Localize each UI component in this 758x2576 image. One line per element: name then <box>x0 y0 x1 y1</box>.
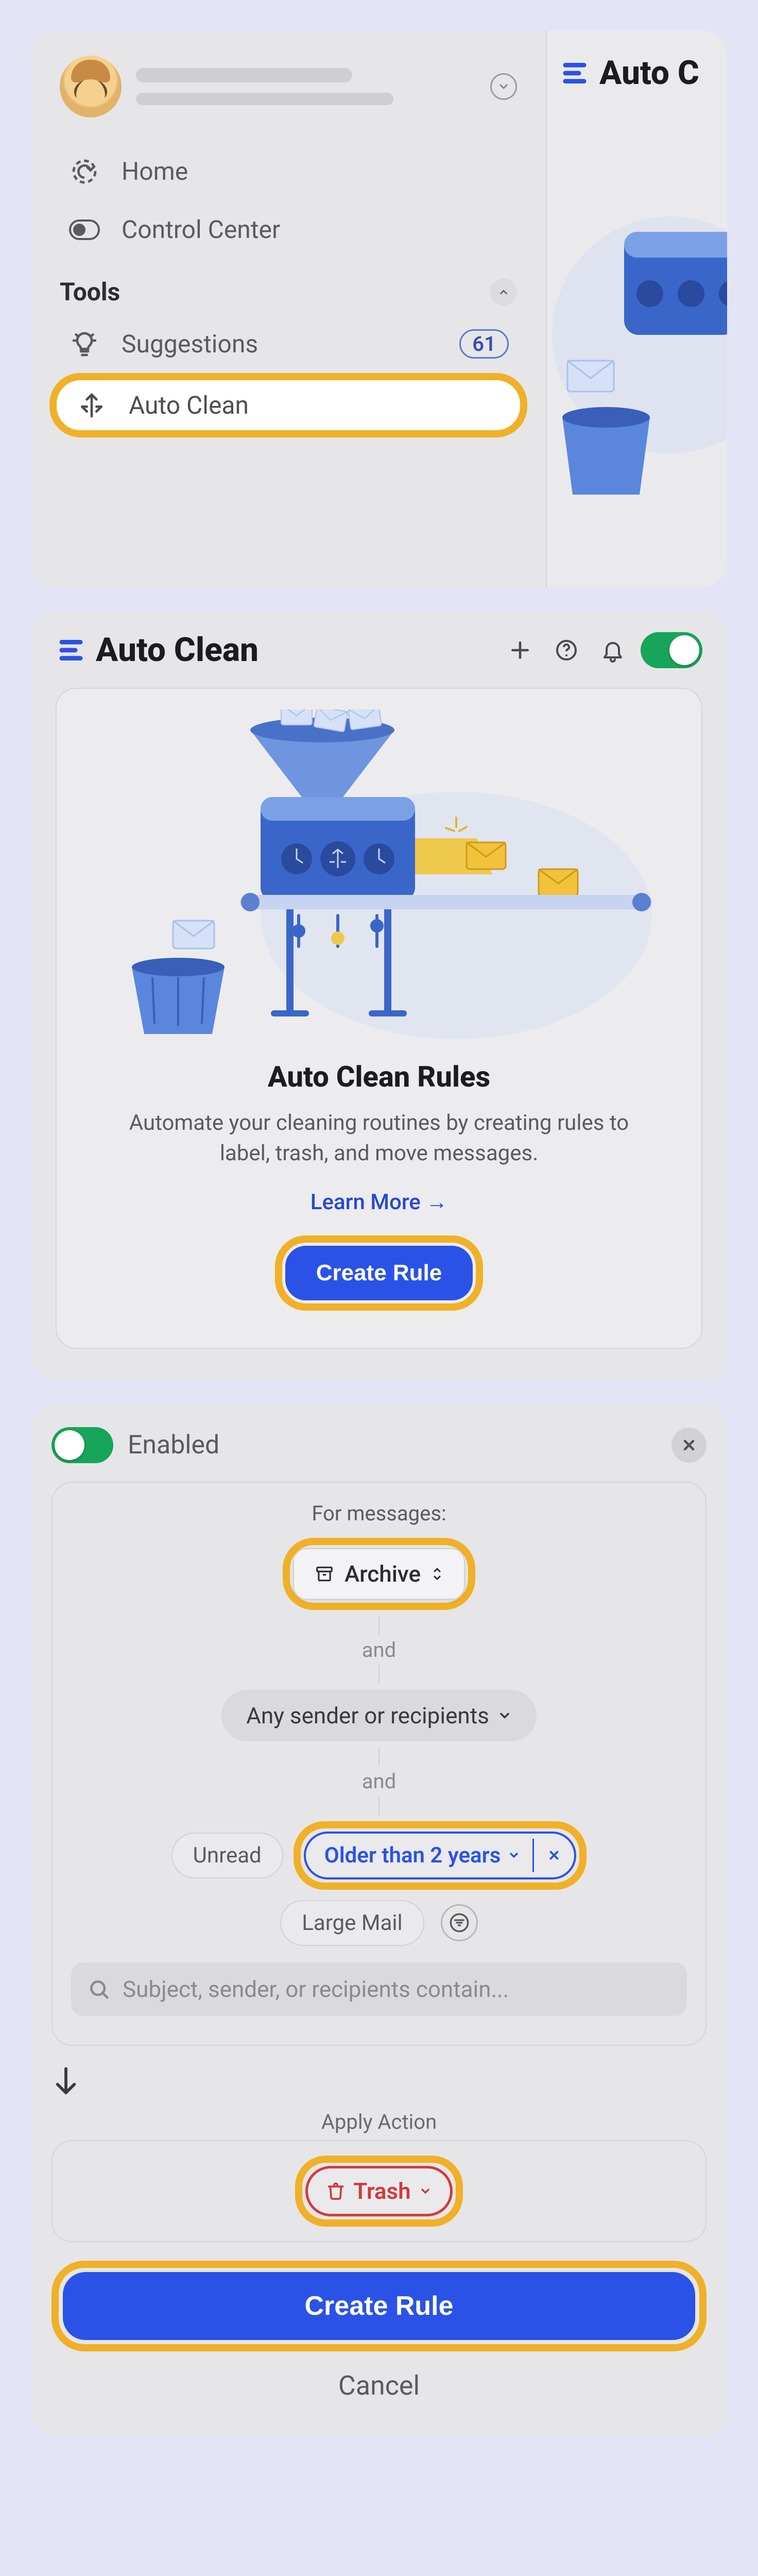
chevron-updown-icon <box>431 1566 443 1582</box>
filter-large-mail[interactable]: Large Mail <box>280 1900 424 1946</box>
nav-auto-clean-label: Auto Clean <box>129 391 249 420</box>
more-filters-button[interactable] <box>441 1904 478 1941</box>
profile-name-block <box>136 68 476 105</box>
help-button[interactable] <box>548 632 585 669</box>
create-rule-highlight-2: Create Rule <box>51 2261 707 2351</box>
location-label: Archive <box>344 1561 421 1587</box>
lightbulb-icon <box>68 330 101 359</box>
and-label: and <box>362 1638 396 1662</box>
sender-selector[interactable]: Any sender or recipients <box>221 1690 537 1741</box>
nav-control-center-label: Control Center <box>122 215 280 244</box>
tools-heading: Tools <box>60 277 120 307</box>
brand-icon <box>56 635 87 666</box>
create-rule-highlight: Create Rule <box>275 1235 484 1311</box>
nav-auto-clean[interactable]: Auto Clean <box>49 373 527 437</box>
tools-collapse-icon[interactable] <box>490 279 517 306</box>
sidebar: Home Control Center Tools Suggestions 61 <box>31 31 546 437</box>
location-selector[interactable]: Archive <box>293 1548 465 1600</box>
filter-unread[interactable]: Unread <box>171 1833 283 1878</box>
action-label: Trash <box>353 2178 410 2205</box>
rule-editor-header: Enabled <box>51 1427 707 1463</box>
sidebar-screenshot: Home Control Center Tools Suggestions 61 <box>31 31 727 587</box>
add-button[interactable] <box>502 632 539 669</box>
nav-suggestions-label: Suggestions <box>122 329 258 359</box>
filter-chips-row-2: Large Mail <box>71 1900 687 1946</box>
auto-clean-icon <box>75 391 108 420</box>
conditions-card: For messages: Archive and Any sender or … <box>51 1482 707 2046</box>
trash-highlight: Trash <box>295 2156 462 2227</box>
toggle-icon <box>68 219 101 240</box>
suggestions-count-badge: 61 <box>459 329 509 359</box>
close-button[interactable] <box>671 1428 707 1463</box>
profile-row[interactable] <box>31 56 546 142</box>
avatar[interactable] <box>60 56 122 117</box>
auto-clean-header: Auto Clean <box>31 612 727 688</box>
and-label-2: and <box>362 1769 396 1793</box>
home-icon <box>68 157 101 186</box>
brand-icon <box>559 58 590 89</box>
connector: and <box>71 1616 687 1684</box>
cancel-button[interactable]: Cancel <box>51 2366 707 2405</box>
action-card: Trash <box>51 2140 707 2242</box>
nav-home-label: Home <box>122 157 188 186</box>
page-title: Auto Clean <box>96 631 492 669</box>
illustration-cropped <box>542 139 727 500</box>
redacted-name <box>136 68 352 82</box>
arrow-down-icon <box>51 2064 707 2099</box>
rule-enabled-toggle[interactable] <box>51 1427 113 1463</box>
nav-control-center[interactable]: Control Center <box>31 200 546 259</box>
main-pane-cropped: Auto C <box>546 31 727 587</box>
redacted-email <box>136 93 393 105</box>
illustration <box>77 709 681 1039</box>
rules-heading: Auto Clean Rules <box>77 1060 681 1094</box>
search-placeholder: Subject, sender, or recipients contain..… <box>123 1976 509 2003</box>
archive-highlight: Archive <box>283 1538 475 1610</box>
sender-label: Any sender or recipients <box>246 1702 489 1729</box>
auto-clean-rules-card: Auto Clean Rules Automate your cleaning … <box>56 688 702 1349</box>
remove-older-filter[interactable] <box>534 1849 574 1862</box>
older-highlight: Older than 2 years <box>294 1821 587 1890</box>
tools-heading-row[interactable]: Tools <box>31 259 546 315</box>
auto-clean-toggle[interactable] <box>641 632 702 668</box>
create-rule-button[interactable]: Create Rule <box>285 1246 473 1300</box>
filter-chips-row-1: Unread Older than 2 years <box>71 1821 687 1890</box>
older-label: Older than 2 years <box>324 1843 501 1868</box>
notifications-button[interactable] <box>594 632 631 669</box>
action-selector[interactable]: Trash <box>305 2166 452 2216</box>
filter-older-than[interactable]: Older than 2 years <box>304 1832 577 1879</box>
profile-expand-icon[interactable] <box>490 73 517 100</box>
auto-clean-main: Auto Clean <box>31 612 727 1380</box>
main-title-cropped: Auto C <box>547 31 727 92</box>
learn-more-link[interactable]: Learn More → <box>311 1190 447 1215</box>
main-title-text: Auto C <box>599 54 699 92</box>
apply-action-label: Apply Action <box>51 2110 707 2134</box>
search-filter-input[interactable]: Subject, sender, or recipients contain..… <box>71 1962 687 2016</box>
rule-editor: Enabled For messages: Archive and Any se… <box>31 1404 727 2436</box>
enabled-label: Enabled <box>128 1430 657 1460</box>
nav-suggestions[interactable]: Suggestions 61 <box>31 315 546 373</box>
nav-home[interactable]: Home <box>31 142 546 200</box>
rules-subtext: Automate your cleaning routines by creat… <box>127 1108 631 1169</box>
connector-2: and <box>71 1748 687 1815</box>
for-messages-label: For messages: <box>71 1501 687 1526</box>
create-rule-submit[interactable]: Create Rule <box>63 2272 695 2340</box>
